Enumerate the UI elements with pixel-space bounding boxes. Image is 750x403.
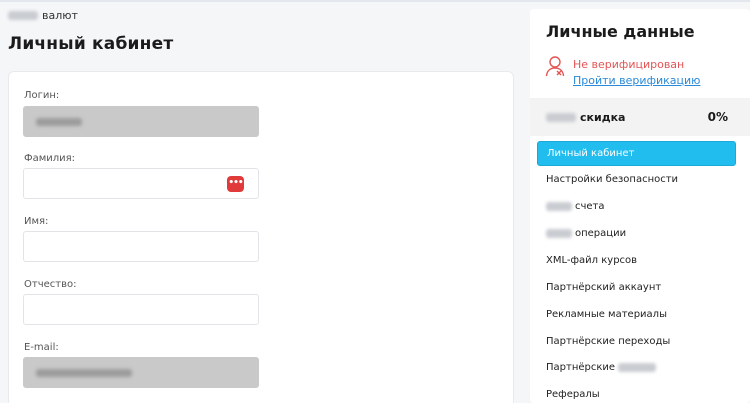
sidebar-item-label: Настройки безопасности — [546, 174, 679, 185]
sidebar-item-partner-account[interactable]: Партнёрский аккаунт — [537, 275, 736, 300]
blurred-text — [546, 229, 572, 238]
sidebar-item-operations[interactable]: операции — [537, 221, 736, 246]
sidebar-item-label: Партнёрские переходы — [546, 336, 671, 347]
sidebar-item-referrals[interactable]: Рефералы — [537, 382, 736, 403]
login-label: Логин: — [24, 90, 60, 101]
sidebar-item-label: счета — [575, 201, 605, 212]
sidebar-item-partner-clicks[interactable]: Партнёрские переходы — [537, 329, 736, 354]
blurred-value — [36, 118, 82, 126]
user-icon — [545, 56, 565, 77]
sidebar-title: Личные данные — [546, 22, 695, 41]
profile-form: Логин: Фамилия: ••• Имя: Отчество: E-mai… — [8, 71, 514, 403]
surname-field[interactable]: ••• — [23, 168, 259, 199]
name-label: Имя: — [24, 216, 49, 227]
sidebar-item-dashboard[interactable]: Личный кабинет — [537, 141, 736, 166]
sidebar-item-promo-materials[interactable]: Рекламные материалы — [537, 302, 736, 327]
verify-link[interactable]: Пройти верификацию — [573, 74, 700, 87]
discount-label-text: скидка — [580, 111, 626, 124]
discount-value: 0% — [707, 110, 728, 124]
sidebar-item-label: операции — [575, 228, 627, 239]
email-field — [23, 357, 259, 388]
sidebar-item-label: Партнёрский аккаунт — [546, 282, 662, 293]
email-label: E-mail: — [24, 342, 59, 353]
discount-label: скидка — [546, 111, 625, 124]
blurred-text — [546, 113, 576, 122]
login-field — [23, 106, 259, 137]
breadcrumb-text: валют — [42, 9, 78, 22]
sidebar-item-xml-rates[interactable]: XML-файл курсов — [537, 248, 736, 273]
patronymic-label: Отчество: — [24, 279, 77, 290]
name-field[interactable] — [23, 231, 259, 262]
top-divider — [0, 0, 750, 2]
sidebar-item-label: Личный кабинет — [547, 148, 635, 159]
surname-label: Фамилия: — [24, 153, 76, 164]
sidebar-item-security[interactable]: Настройки безопасности — [537, 167, 736, 192]
sidebar-item-label: Рефералы — [546, 389, 600, 400]
sidebar-item-label: XML-файл курсов — [546, 255, 638, 266]
dots-icon[interactable]: ••• — [227, 176, 244, 192]
sidebar-item-partner-other[interactable]: Партнёрские — [537, 355, 736, 380]
sidebar: Личные данные Не верифицирован Пройти ве… — [530, 9, 750, 403]
blurred-text — [546, 202, 572, 211]
sidebar-item-label: Партнёрские — [546, 362, 616, 373]
sidebar-item-label: Рекламные материалы — [546, 309, 667, 320]
page-title: Личный кабинет — [8, 34, 174, 54]
verification-status: Не верифицирован — [573, 58, 685, 71]
discount-row: скидка 0% — [530, 98, 750, 136]
sidebar-item-accounts[interactable]: счета — [537, 194, 736, 219]
blurred-value — [36, 369, 132, 377]
blurred-text — [618, 363, 657, 372]
blurred-text — [8, 11, 38, 20]
patronymic-field[interactable] — [23, 294, 259, 325]
breadcrumb: валют — [8, 9, 78, 22]
